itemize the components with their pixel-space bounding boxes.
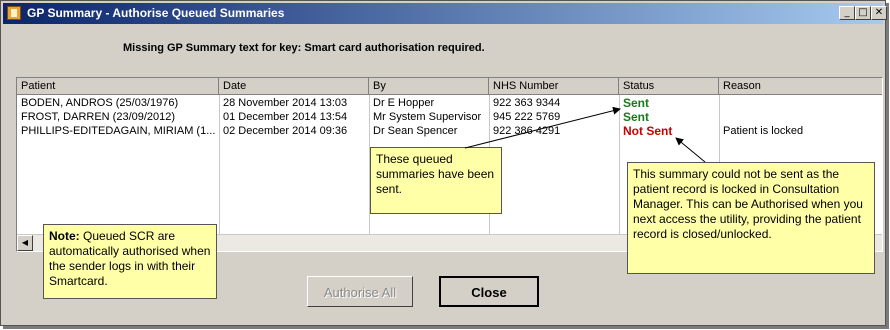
cell-reason[interactable]	[719, 110, 882, 125]
column-header-reason[interactable]: Reason	[719, 78, 882, 95]
status-badge[interactable]: Sent	[619, 110, 719, 125]
column-header-date[interactable]: Date	[219, 78, 369, 95]
close-button[interactable]: Close	[439, 276, 539, 307]
cell-nhs-number[interactable]: 922 386 4291	[489, 124, 619, 139]
title-bar: GP Summary - Authorise Queued Summaries …	[3, 3, 887, 24]
cell-date[interactable]: 02 December 2014 09:36	[219, 124, 369, 139]
cell-reason[interactable]	[719, 96, 882, 111]
app-icon	[7, 6, 21, 20]
cell-patient[interactable]: BODEN, ANDROS (25/03/1976)	[17, 96, 219, 111]
column-header-patient[interactable]: Patient	[17, 78, 219, 95]
window-title: GP Summary - Authorise Queued Summaries	[27, 6, 285, 20]
cell-date[interactable]: 28 November 2014 13:03	[219, 96, 369, 111]
cell-patient[interactable]: FROST, DARREN (23/09/2012)	[17, 110, 219, 125]
cell-by[interactable]: Dr E Hopper	[369, 96, 489, 111]
status-badge[interactable]: Sent	[619, 96, 719, 111]
column-header-nhs-number[interactable]: NHS Number	[489, 78, 619, 95]
scroll-left-arrow-icon[interactable]: ◀	[17, 235, 33, 251]
cell-by[interactable]: Mr System Supervisor	[369, 110, 489, 125]
cell-patient[interactable]: PHILLIPS-EDITEDAGAIN, MIRIAM (1...	[17, 124, 219, 139]
column-header-by[interactable]: By	[369, 78, 489, 95]
maximize-button[interactable]: □	[855, 6, 871, 20]
status-badge[interactable]: Not Sent	[619, 124, 719, 139]
cell-by[interactable]: Dr Sean Spencer	[369, 124, 489, 139]
cell-nhs-number[interactable]: 922 363 9344	[489, 96, 619, 111]
minimize-button[interactable]: _	[839, 6, 855, 20]
cell-nhs-number[interactable]: 945 222 5769	[489, 110, 619, 125]
cell-reason[interactable]: Patient is locked	[719, 124, 882, 139]
callout-not-sent: This summary could not be sent as the pa…	[627, 162, 875, 274]
note-label: Note:	[49, 229, 80, 243]
authorise-all-button[interactable]: Authorise All	[307, 276, 413, 307]
callout-sent: These queued summaries have been sent.	[370, 147, 502, 214]
close-window-button[interactable]: ✕	[871, 6, 887, 20]
column-header-status[interactable]: Status	[619, 78, 719, 95]
cell-date[interactable]: 01 December 2014 13:54	[219, 110, 369, 125]
status-message: Missing GP Summary text for key: Smart c…	[123, 42, 485, 54]
callout-note: Note: Queued SCR are automatically autho…	[43, 224, 217, 299]
